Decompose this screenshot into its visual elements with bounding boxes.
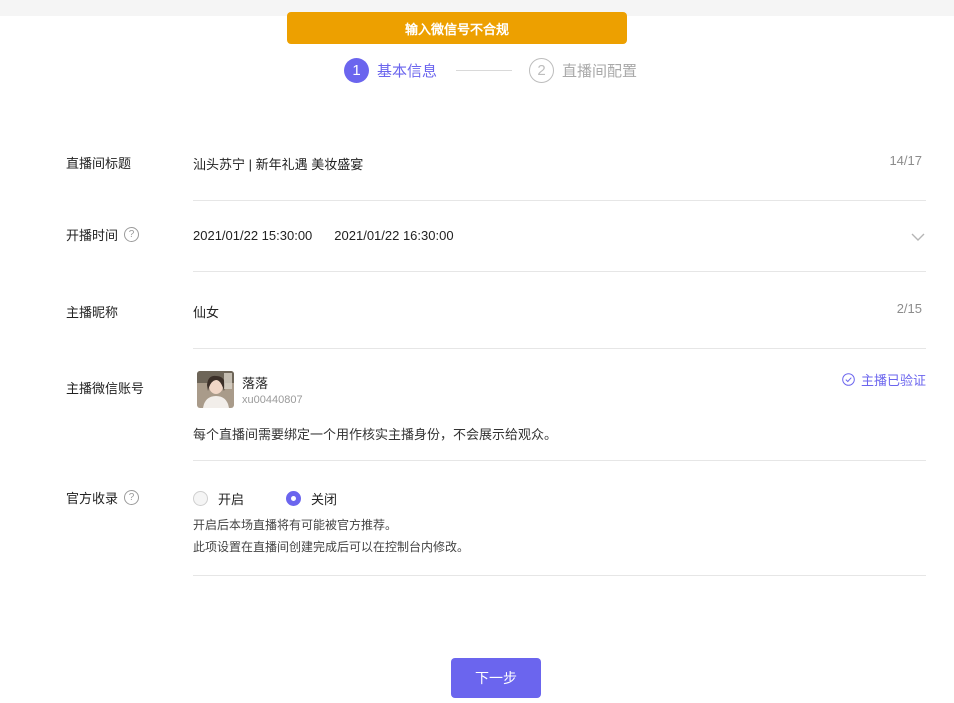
next-step-button[interactable]: 下一步 <box>451 658 541 698</box>
start-time[interactable]: 2021/01/22 15:30:00 <box>193 228 312 243</box>
step-1-label: 基本信息 <box>377 63 438 80</box>
title-label: 直播间标题 <box>66 153 131 172</box>
check-circle-icon <box>842 373 855 386</box>
divider <box>193 271 926 272</box>
time-label: 开播时间 ? <box>66 225 140 244</box>
help-icon[interactable]: ? <box>124 490 140 505</box>
chevron-down-icon[interactable] <box>911 230 925 244</box>
verified-badge: 主播已验证 <box>842 370 926 389</box>
nickname-label: 主播昵称 <box>66 302 118 321</box>
official-hint-2: 此项设置在直播间创建完成后可以在控制台内修改。 <box>193 540 470 554</box>
wechat-id: xu00440807 <box>242 394 303 406</box>
nickname-input[interactable]: 仙女 <box>193 302 219 321</box>
title-label-text: 直播间标题 <box>66 156 132 171</box>
official-label-text: 官方收录 <box>66 491 119 506</box>
divider <box>193 575 926 576</box>
end-time[interactable]: 2021/01/22 16:30:00 <box>334 228 453 243</box>
official-hint-1: 开启后本场直播将有可能被官方推荐。 <box>193 518 398 532</box>
avatar <box>197 371 234 408</box>
title-char-counter: 14/17 <box>889 153 922 168</box>
radio-enable-label[interactable]: 开启 <box>218 489 244 508</box>
divider <box>193 348 926 349</box>
wechat-name: 落落 <box>242 376 269 391</box>
step-indicator: 1 基本信息 2 直播间配置 <box>344 57 637 84</box>
step-1-number: 1 <box>344 58 369 83</box>
nickname-label-text: 主播昵称 <box>66 305 119 320</box>
verified-text: 主播已验证 <box>860 373 926 388</box>
wechat-hint: 每个直播间需要绑定一个用作核实主播身份，不会展示给观众。 <box>193 427 558 442</box>
radio-disable[interactable]: 关闭 <box>286 489 337 508</box>
radio-unchecked-icon[interactable] <box>193 491 208 506</box>
help-icon[interactable]: ? <box>124 227 140 242</box>
title-input[interactable]: 汕头苏宁 | 新年礼遇 美妆盛宴 <box>193 154 363 173</box>
time-range-picker[interactable]: 2021/01/22 15:30:00 2021/01/22 16:30:00 <box>193 228 454 243</box>
wechat-label: 主播微信账号 <box>66 378 144 397</box>
radio-disable-label[interactable]: 关闭 <box>311 489 337 508</box>
time-label-text: 开播时间 <box>66 228 119 243</box>
step-2-label: 直播间配置 <box>562 63 638 80</box>
divider <box>193 460 926 461</box>
official-radio-group: 开启 关闭 <box>193 489 379 508</box>
radio-checked-icon[interactable] <box>286 491 302 506</box>
official-label: 官方收录 ? <box>66 488 140 507</box>
radio-enable[interactable]: 开启 <box>193 489 244 508</box>
wechat-label-text: 主播微信账号 <box>66 381 145 396</box>
divider <box>193 200 926 201</box>
step-connector <box>456 70 513 71</box>
step-2-number: 2 <box>529 58 555 83</box>
error-toast: 输入微信号不合规 <box>287 12 627 44</box>
nickname-char-counter: 2/15 <box>896 301 922 316</box>
